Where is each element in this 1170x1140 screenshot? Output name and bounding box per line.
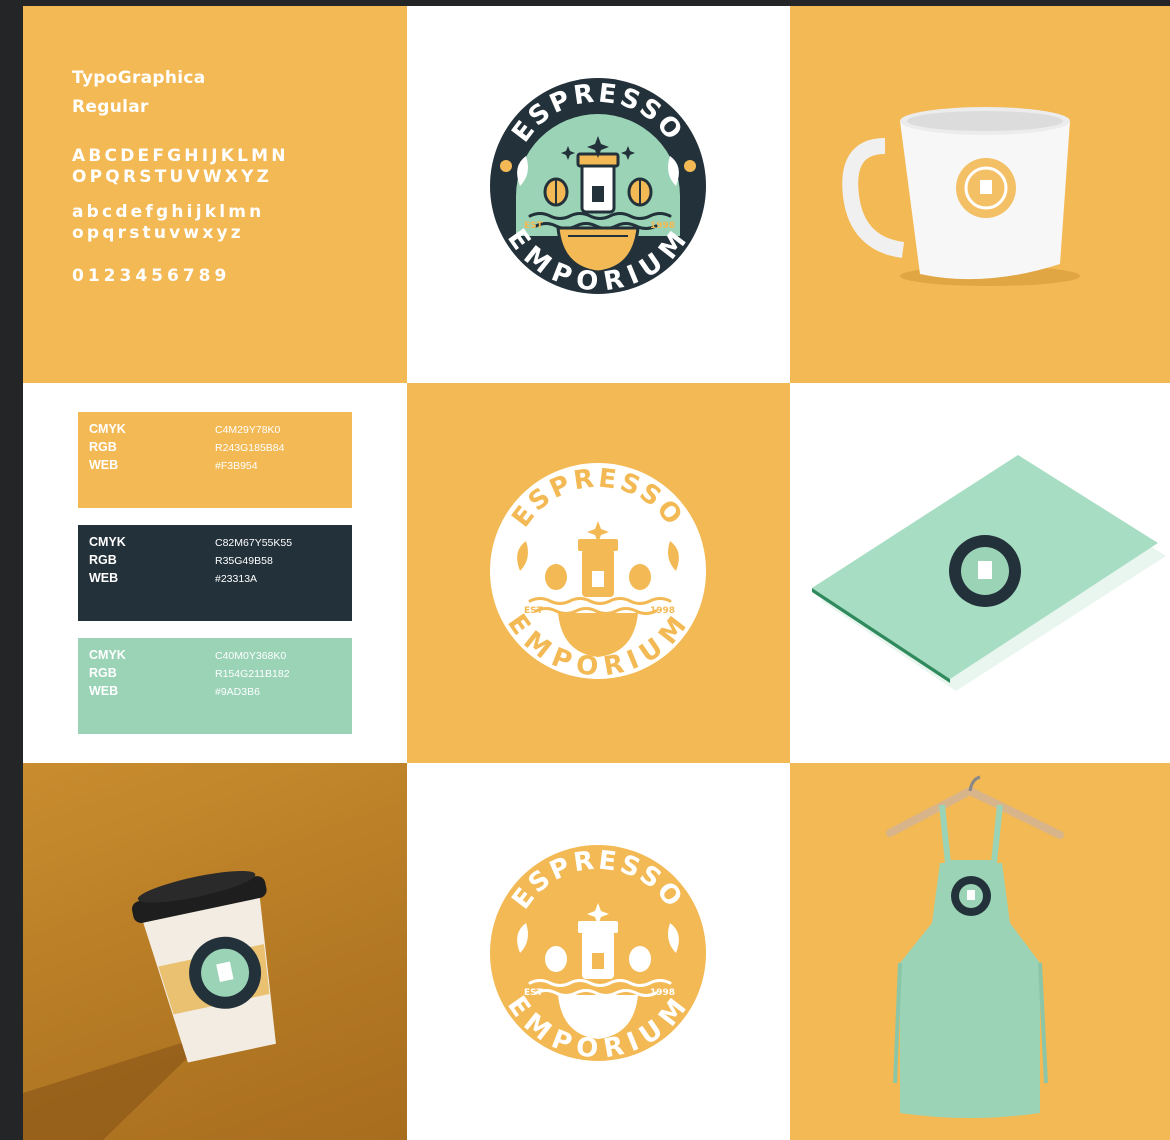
rgb-label: RGB [89,553,117,567]
mug-mockup-panel [790,6,1170,383]
lowercase-sample: abcdefghijklmn opqrstuvwxyz [72,202,312,244]
cmyk-label: CMYK [89,648,126,662]
coffee-cup-image [23,870,276,1140]
mug-image [842,107,1080,286]
rgb-value: R243G185B84 [215,442,285,454]
cmyk-value: C40M0Y368K0 [215,650,287,662]
brand-board: TypoGraphica Regular ABCDEFGHIJKLMN OPQR… [23,6,1170,1140]
apron-mockup-panel [790,763,1170,1140]
logo-badge-white: ESPRESSO EMPORIUM EST 1998 [490,463,706,683]
web-label: WEB [89,684,119,698]
swatch-labels: CMYK RGB WEB [89,420,126,474]
logo-orange-panel: ESPRESSO EMPORIUM EST 1998 [407,763,790,1140]
rgb-label: RGB [89,666,117,680]
logo-year-text: 1998 [650,221,675,231]
cmyk-label: CMYK [89,535,126,549]
web-value: #F3B954 [215,460,258,472]
rgb-value: R35G49B58 [215,555,273,567]
lowercase-line1: abcdefghijklmn [72,202,265,222]
apron-image [886,775,1064,1118]
typography-panel: TypoGraphica Regular ABCDEFGHIJKLMN OPQR… [23,6,407,383]
logo-est-text: EST [524,606,544,616]
web-value: #9AD3B6 [215,686,260,698]
swatch-labels: CMYK RGB WEB [89,646,126,700]
rgb-value: R154G211B182 [215,668,290,680]
logo-est-text: EST [524,988,544,998]
font-name-line2: Regular [72,97,149,117]
logo-year-text: 1998 [650,606,675,616]
cmyk-value: C4M29Y78K0 [215,424,281,436]
card-mockup-panel [790,383,1170,763]
swatch-mint: CMYK RGB WEB C40M0Y368K0 R154G211B182 #9… [78,638,352,734]
logo-white-panel: ESPRESSO EMPORIUM EST 1998 [407,383,790,763]
swatch-labels: CMYK RGB WEB [89,533,126,587]
uppercase-line1: ABCDEFGHIJKLMN [72,146,289,166]
color-palette-panel: CMYK RGB WEB C4M29Y78K0 R243G185B84 #F3B… [23,383,407,763]
logo-badge-color: ESPRESSO EMPORIUM EST 1998 [490,78,706,298]
cmyk-value: C82M67Y55K55 [215,537,293,549]
cmyk-label: CMYK [89,422,126,436]
logo-badge-orange: ESPRESSO EMPORIUM EST 1998 [490,845,706,1065]
uppercase-line2: OPQRSTUVWXYZ [72,167,273,187]
web-value: #23313A [215,573,258,585]
logo-year-text: 1998 [650,988,675,998]
rgb-label: RGB [89,440,117,454]
swatch-navy: CMYK RGB WEB C82M67Y55K55 R35G49B58 #233… [78,525,352,621]
lowercase-line2: opqrstuvwxyz [72,223,244,243]
card-image [812,455,1166,691]
digits-sample: 0123456789 [72,266,231,286]
web-label: WEB [89,458,119,472]
swatch-orange: CMYK RGB WEB C4M29Y78K0 R243G185B84 #F3B… [78,412,352,508]
uppercase-sample: ABCDEFGHIJKLMN OPQRSTUVWXYZ [72,146,332,188]
coffee-cup-mockup-panel [23,763,407,1140]
swatch-values: C40M0Y368K0 R154G211B182 #9AD3B6 [215,647,290,701]
swatch-values: C4M29Y78K0 R243G185B84 #F3B954 [215,421,284,475]
logo-est-text: EST [524,221,544,231]
font-name: TypoGraphica Regular [72,64,206,122]
font-name-line1: TypoGraphica [72,68,206,88]
web-label: WEB [89,571,119,585]
logo-color-panel: ESPRESSO EMPORIUM EST 1998 [407,6,790,383]
swatch-values: C82M67Y55K55 R35G49B58 #23313A [215,534,292,588]
